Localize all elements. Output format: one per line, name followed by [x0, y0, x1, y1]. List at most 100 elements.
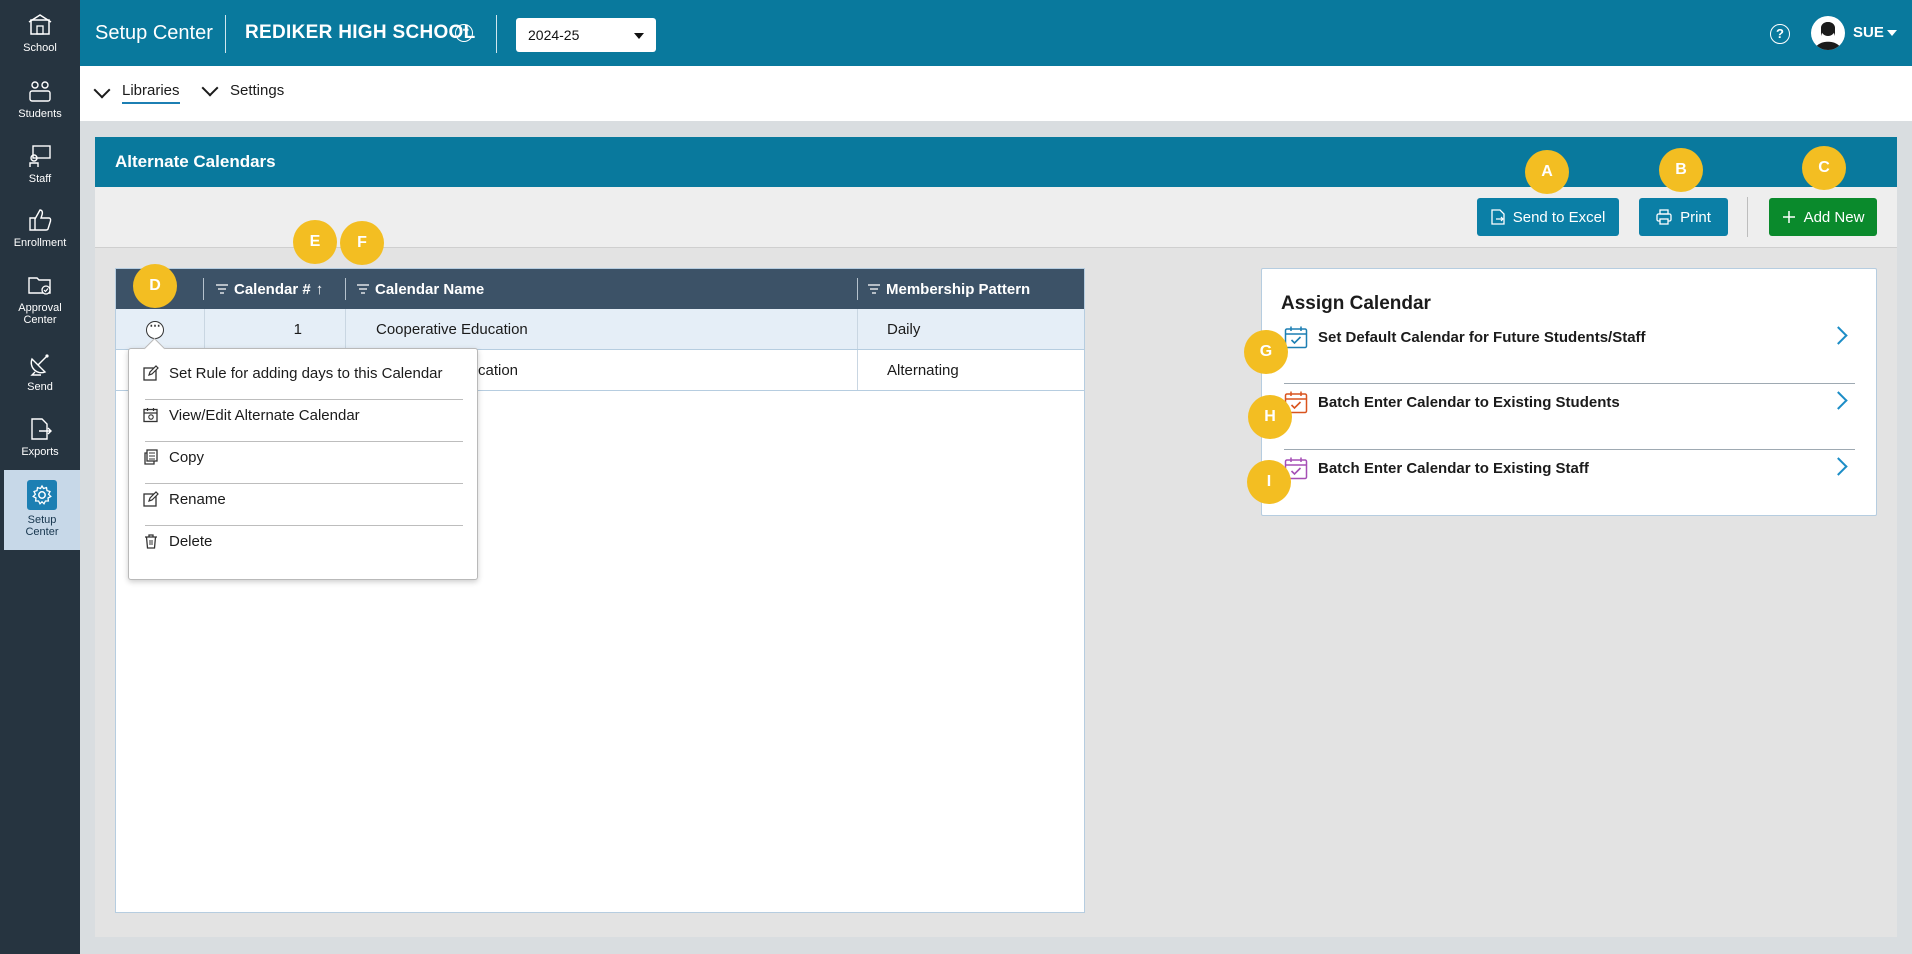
- school-year-select[interactable]: 2024-25: [516, 18, 656, 52]
- divider: [857, 309, 858, 349]
- link-label: Set Default Calendar for Future Students…: [1318, 328, 1646, 346]
- chevron-down-icon: [634, 33, 644, 39]
- assign-calendar-panel: Assign Calendar Set Default Calendar for…: [1261, 268, 1877, 516]
- calendar-view-icon: [143, 408, 158, 423]
- sidebar-item-enrollment[interactable]: Enrollment: [0, 207, 80, 249]
- cell-membership-pattern: Daily: [887, 320, 921, 338]
- sidebar-item-label: Staff: [28, 173, 52, 185]
- sidebar-item-label: School: [23, 42, 57, 54]
- annotation-badge-b: B: [1659, 148, 1703, 192]
- filter-icon[interactable]: [216, 284, 228, 294]
- cell-calendar-name: cation: [478, 361, 519, 379]
- tab-label: Libraries: [122, 82, 180, 104]
- edit-icon: [143, 491, 159, 507]
- tab-libraries[interactable]: Libraries: [93, 81, 180, 104]
- menu-item-copy[interactable]: Copy: [143, 436, 461, 478]
- sub-navigation: Libraries Settings: [80, 66, 1912, 121]
- menu-item-label: Rename: [169, 490, 226, 508]
- set-default-calendar-link[interactable]: Set Default Calendar for Future Students…: [1284, 309, 1855, 365]
- help-icon[interactable]: ?: [1770, 24, 1790, 44]
- chevron-down-icon: [93, 81, 111, 99]
- excel-export-icon: [1491, 209, 1505, 225]
- annotation-badge-d: D: [133, 264, 177, 308]
- table-row[interactable]: ⋯ 1 Cooperative Education Daily: [116, 309, 1084, 350]
- menu-item-set-rule[interactable]: Set Rule for adding days to this Calenda…: [143, 352, 461, 394]
- column-header-calendar-number[interactable]: Calendar # ↑: [216, 269, 323, 309]
- divider: [857, 278, 858, 300]
- export-file-icon: [31, 418, 52, 440]
- sidebar-item-label: Center: [23, 314, 57, 326]
- annotation-badge-f: F: [340, 221, 384, 265]
- sidebar-item-students[interactable]: Students: [0, 78, 80, 120]
- column-header-label: Membership Pattern: [886, 280, 1031, 298]
- divider: [345, 309, 346, 349]
- button-label: Add New: [1803, 208, 1865, 226]
- sidebar-item-label: Send: [27, 381, 53, 393]
- column-header-label: Calendar #: [234, 280, 311, 298]
- column-header-membership-pattern[interactable]: Membership Pattern: [868, 269, 1030, 309]
- sidebar-item-label: Exports: [21, 446, 59, 458]
- app-title: Setup Center: [95, 22, 213, 44]
- school-name[interactable]: REDIKER HIGH SCHOOL: [245, 22, 476, 44]
- divider: [203, 278, 204, 300]
- menu-item-delete[interactable]: Delete: [143, 520, 461, 562]
- row-context-menu: Set Rule for adding days to this Calenda…: [128, 337, 478, 580]
- sidebar-item-label: Center: [25, 526, 59, 538]
- sidebar-item-label: Setup: [27, 514, 57, 526]
- students-icon: [29, 81, 51, 102]
- avatar[interactable]: [1811, 16, 1845, 50]
- tab-label: Settings: [230, 82, 285, 99]
- annotation-badge-h: H: [1248, 395, 1292, 439]
- row-actions-icon[interactable]: ⋯: [146, 321, 164, 339]
- page-title: Alternate Calendars: [115, 152, 276, 171]
- copy-icon: [144, 449, 158, 465]
- menu-item-view-edit[interactable]: View/Edit Alternate Calendar: [143, 394, 461, 436]
- plus-icon: [1782, 211, 1795, 223]
- cell-membership-pattern: Alternating: [887, 361, 959, 379]
- menu-item-rename[interactable]: Rename: [143, 478, 461, 520]
- edit-icon: [143, 365, 159, 381]
- chevron-right-icon: [1829, 391, 1848, 410]
- column-header-calendar-name[interactable]: Calendar Name: [357, 269, 484, 309]
- annotation-badge-g: G: [1244, 330, 1288, 374]
- tab-settings[interactable]: Settings: [201, 79, 285, 99]
- thumbs-up-icon: [29, 209, 52, 231]
- user-name[interactable]: SUE: [1853, 24, 1884, 41]
- menu-item-label: Set Rule for adding days to this Calenda…: [169, 364, 443, 382]
- chevron-right-icon: [1829, 326, 1848, 345]
- sidebar-item-school[interactable]: School: [0, 12, 80, 54]
- add-new-button[interactable]: Add New: [1769, 198, 1877, 236]
- button-label: Print: [1680, 208, 1711, 226]
- menu-item-label: Delete: [169, 532, 213, 550]
- menu-item-label: Copy: [169, 448, 205, 466]
- satellite-dish-icon: [30, 354, 49, 376]
- school-more-icon[interactable]: ⋯: [455, 24, 473, 42]
- annotation-badge-c: C: [1802, 146, 1846, 190]
- printer-icon: [1656, 209, 1672, 225]
- top-bar: Setup Center REDIKER HIGH SCHOOL ⋯ 2024-…: [80, 0, 1912, 66]
- approval-folder-icon: [28, 277, 51, 295]
- print-button[interactable]: Print: [1639, 198, 1728, 236]
- sidebar-item-staff[interactable]: Staff: [0, 143, 80, 185]
- sidebar-item-send[interactable]: Send: [0, 351, 80, 393]
- user-avatar-icon: [1815, 22, 1841, 50]
- annotation-badge-e: E: [293, 220, 337, 264]
- sort-ascending-icon[interactable]: ↑: [316, 281, 324, 298]
- divider: [496, 15, 497, 53]
- divider: [225, 15, 226, 53]
- chevron-down-icon: [201, 79, 219, 96]
- batch-enter-students-link[interactable]: Batch Enter Calendar to Existing Student…: [1284, 374, 1855, 430]
- filter-icon[interactable]: [868, 284, 880, 294]
- send-to-excel-button[interactable]: Send to Excel: [1477, 198, 1619, 236]
- batch-enter-staff-link[interactable]: Batch Enter Calendar to Existing Staff: [1284, 440, 1855, 496]
- sidebar-item-approval-center[interactable]: Approval Center: [0, 272, 80, 326]
- sidebar-item-exports[interactable]: Exports: [0, 416, 80, 458]
- sidebar-item-setup-center[interactable]: Setup Center: [4, 470, 80, 550]
- chevron-right-icon: [1829, 457, 1848, 476]
- table-header: Calendar # ↑ Calendar Name Membership Pa…: [116, 269, 1084, 309]
- divider: [1747, 197, 1748, 237]
- chevron-down-icon[interactable]: [1887, 30, 1897, 36]
- divider: [345, 278, 346, 300]
- button-label: Send to Excel: [1512, 208, 1606, 226]
- filter-icon[interactable]: [357, 284, 369, 294]
